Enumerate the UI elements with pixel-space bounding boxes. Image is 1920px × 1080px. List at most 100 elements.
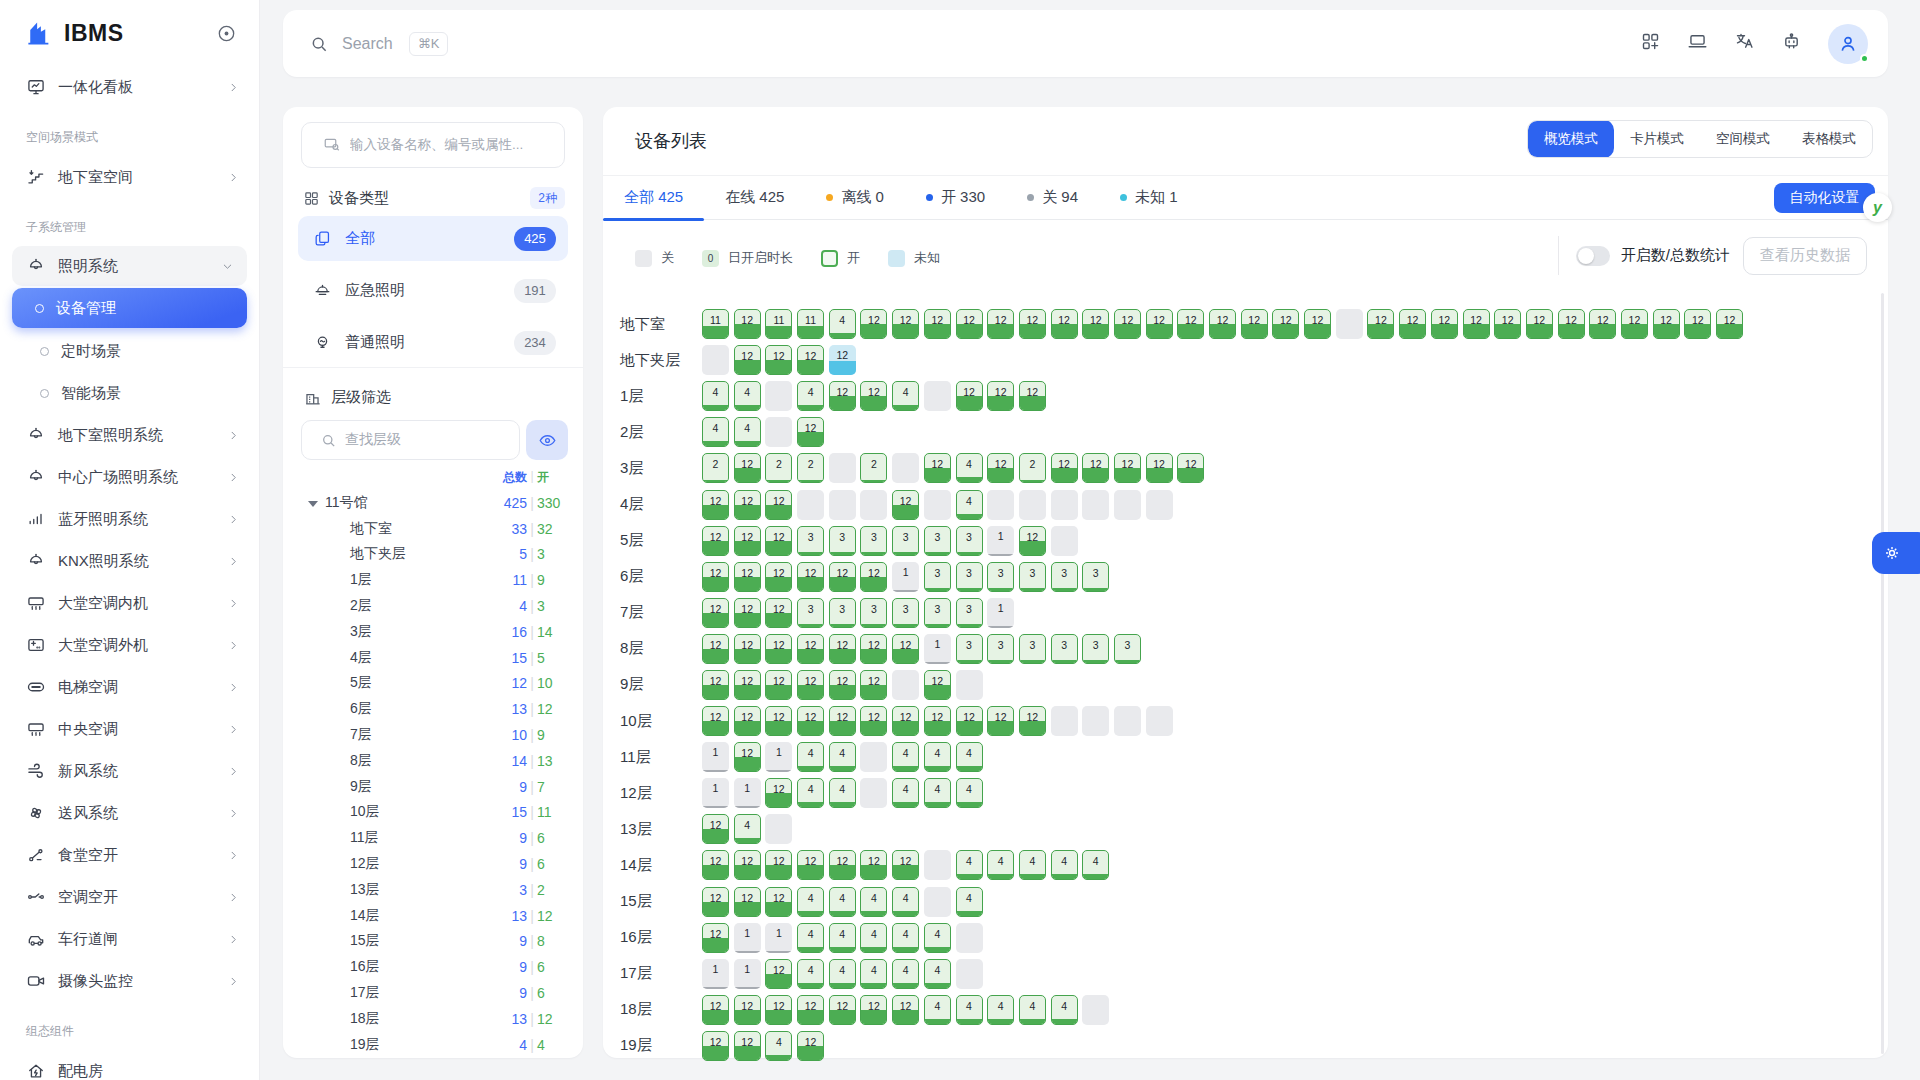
device-tile[interactable]: 4 (702, 381, 729, 411)
device-tile[interactable]: 1 (734, 959, 761, 989)
device-tile[interactable]: 12 (734, 1031, 761, 1061)
device-tile[interactable]: 12 (1082, 453, 1109, 483)
device-tile[interactable]: 12 (860, 309, 887, 339)
device-tile[interactable]: 4 (1082, 850, 1109, 880)
device-tile[interactable]: 3 (892, 526, 919, 556)
device-tile[interactable]: 3 (829, 598, 856, 628)
device-tile[interactable]: 2 (765, 453, 792, 483)
device-tile[interactable]: 12 (1589, 309, 1616, 339)
device-tile[interactable]: 4 (956, 778, 983, 808)
device-tile[interactable]: 12 (1114, 453, 1141, 483)
device-tile[interactable]: 3 (1082, 562, 1109, 592)
device-tile[interactable]: 12 (987, 706, 1014, 736)
device-tile[interactable]: 12 (702, 706, 729, 736)
settings-fab[interactable] (1872, 532, 1920, 574)
device-tile[interactable]: 12 (765, 778, 792, 808)
device-tile[interactable]: 4 (924, 778, 951, 808)
sidebar-item-照明系统[interactable]: 照明系统 (12, 246, 247, 286)
device-tile[interactable]: 12 (702, 995, 729, 1025)
device-tile[interactable] (892, 453, 919, 483)
device-tile[interactable]: 12 (797, 670, 824, 700)
device-tile[interactable]: 12 (797, 1031, 824, 1061)
device-tile[interactable]: 12 (702, 562, 729, 592)
device-tile[interactable]: 4 (860, 923, 887, 953)
device-tile[interactable]: 12 (734, 490, 761, 520)
device-tile[interactable]: 12 (1653, 309, 1680, 339)
device-tile[interactable] (1051, 526, 1078, 556)
device-tile[interactable]: 4 (797, 742, 824, 772)
device-tile[interactable]: 12 (1177, 309, 1204, 339)
device-tile[interactable]: 12 (1019, 526, 1046, 556)
tree-node-13层[interactable]: 13层3|2 (283, 877, 569, 903)
device-tile[interactable]: 3 (860, 598, 887, 628)
device-tile[interactable]: 4 (1019, 850, 1046, 880)
device-tile[interactable]: 1 (765, 923, 792, 953)
device-tile[interactable]: 12 (734, 526, 761, 556)
device-tile[interactable]: 3 (1082, 634, 1109, 664)
tree-node-6层[interactable]: 6层13|12 (283, 696, 569, 722)
device-tile[interactable]: 12 (734, 562, 761, 592)
device-tile[interactable]: 4 (956, 453, 983, 483)
device-tile[interactable]: 4 (829, 309, 856, 339)
apps-add-button[interactable] (1640, 31, 1661, 56)
device-tile[interactable]: 12 (1146, 453, 1173, 483)
caret-down-icon[interactable] (308, 501, 318, 507)
device-tile[interactable]: 4 (892, 923, 919, 953)
scrollbar[interactable] (1881, 293, 1884, 1054)
device-tile[interactable]: 12 (702, 923, 729, 953)
view-history-button[interactable]: 查看历史数据 (1743, 237, 1867, 275)
sidebar-item-中心广场照明系统[interactable]: 中心广场照明系统 (0, 456, 259, 498)
device-tile[interactable]: 3 (797, 598, 824, 628)
device-tile[interactable]: 12 (987, 453, 1014, 483)
device-tile[interactable]: 1 (702, 742, 729, 772)
device-tile[interactable]: 4 (892, 887, 919, 917)
device-tile[interactable] (1082, 995, 1109, 1025)
device-tile[interactable]: 3 (1051, 634, 1078, 664)
sidebar-item-大堂空调外机[interactable]: 大堂空调外机 (0, 624, 259, 666)
device-tile[interactable]: 3 (924, 562, 951, 592)
tree-node-3层[interactable]: 3层16|14 (283, 619, 569, 645)
device-tile[interactable] (765, 417, 792, 447)
device-tile[interactable]: 12 (734, 742, 761, 772)
sidebar-item-一体化看板[interactable]: 一体化看板 (0, 66, 259, 108)
sidebar-item-食堂空开[interactable]: 食堂空开 (0, 834, 259, 876)
device-tile[interactable]: 12 (860, 850, 887, 880)
tree-node-8层[interactable]: 8层14|13 (283, 748, 569, 774)
device-tile[interactable]: 12 (860, 634, 887, 664)
sidebar-item-智能场景[interactable]: 智能场景 (0, 372, 259, 414)
device-tile[interactable] (956, 670, 983, 700)
status-tab-在线[interactable]: 在线 425 (704, 175, 805, 220)
device-tile[interactable]: 4 (1019, 995, 1046, 1025)
device-tile[interactable] (956, 959, 983, 989)
device-tile[interactable]: 4 (797, 381, 824, 411)
device-tile[interactable]: 12 (1051, 453, 1078, 483)
device-tile[interactable]: 12 (765, 670, 792, 700)
device-tile[interactable]: 2 (797, 453, 824, 483)
device-tile[interactable]: 4 (702, 417, 729, 447)
sidebar-item-定时场景[interactable]: 定时场景 (0, 330, 259, 372)
device-tile[interactable]: 12 (1463, 309, 1490, 339)
toggle-visibility-button[interactable] (526, 420, 568, 460)
device-tile[interactable]: 3 (797, 526, 824, 556)
device-type-普通照明[interactable]: 普通照明234 (298, 320, 568, 365)
device-tile[interactable] (924, 850, 951, 880)
sidebar-item-地下室空间[interactable]: 地下室空间 (0, 156, 259, 198)
tree-node-19层[interactable]: 19层4|4 (283, 1032, 569, 1058)
device-tile[interactable]: 4 (956, 850, 983, 880)
device-tile[interactable] (765, 381, 792, 411)
tree-node-12层[interactable]: 12层9|6 (283, 851, 569, 877)
device-tile[interactable] (1019, 490, 1046, 520)
device-tile[interactable]: 4 (829, 887, 856, 917)
device-tile[interactable]: 12 (860, 995, 887, 1025)
device-tile[interactable]: 12 (829, 995, 856, 1025)
device-tile[interactable]: 1 (734, 778, 761, 808)
device-tile[interactable]: 4 (924, 959, 951, 989)
sidebar-item-空调空开[interactable]: 空调空开 (0, 876, 259, 918)
device-tile[interactable]: 12 (1621, 309, 1648, 339)
device-tile[interactable]: 12 (924, 670, 951, 700)
device-search-input[interactable]: 输入设备名称、编号或属性... (301, 122, 565, 168)
device-tile[interactable]: 4 (765, 1031, 792, 1061)
device-tile[interactable]: 12 (1272, 309, 1299, 339)
device-tile[interactable]: 12 (1716, 309, 1743, 339)
sidebar-item-大堂空调内机[interactable]: 大堂空调内机 (0, 582, 259, 624)
